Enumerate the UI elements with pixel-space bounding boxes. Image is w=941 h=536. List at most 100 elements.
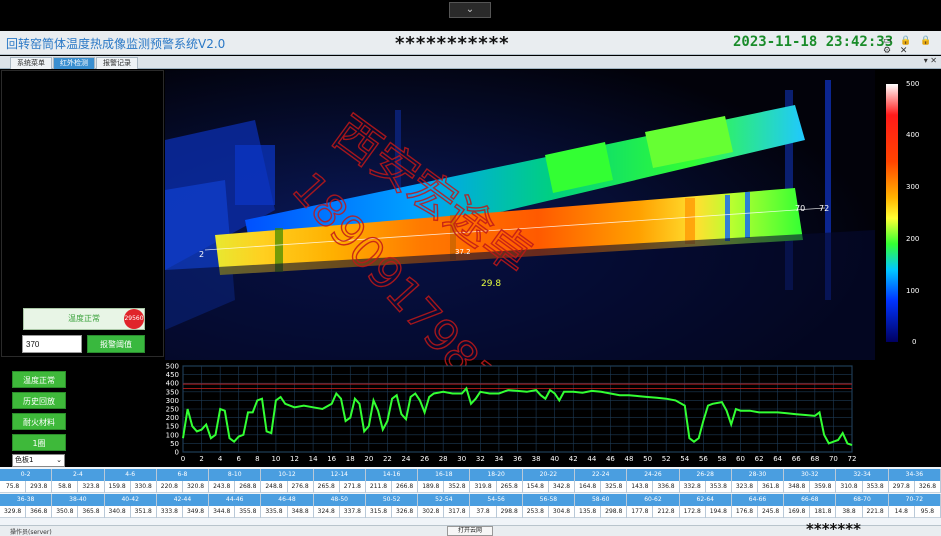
collapse-toggle-button[interactable]: ⌄: [449, 2, 491, 18]
table-header-cell: 26-28: [680, 469, 732, 481]
table-header-row: 0-2 2-4 4-6 6-8 8-10 10-12 12-14 14-16 16-18 18-2…: [0, 469, 941, 481]
temperature-normal-button[interactable]: 温度正常: [12, 371, 66, 388]
table-header-cell: 50-52: [366, 494, 419, 506]
chart-x-tick-label: 70: [829, 455, 838, 463]
tab-infrared-detection[interactable]: 红外检测: [53, 57, 95, 69]
table-header-cell: 10-12: [261, 469, 314, 481]
chart-x-tick-label: 36: [513, 455, 522, 463]
table-cell: 135.8: [575, 506, 602, 518]
scale-label: 500: [906, 80, 920, 88]
chevron-down-icon: ⌄: [56, 456, 62, 464]
scale-label: 200: [906, 235, 920, 243]
table-cell: 169.8: [784, 506, 811, 518]
refractory-material-button[interactable]: 耐火材料: [12, 413, 66, 430]
chart-grid: [182, 365, 853, 453]
table-cell: 323.8: [732, 481, 758, 493]
palette-select[interactable]: 色板1 ⌄: [12, 454, 65, 467]
table-cell: 297.8: [889, 481, 915, 493]
palette-select-value: 色板1: [15, 456, 34, 464]
chart-x-tick-label: 66: [792, 455, 801, 463]
window-controls[interactable]: ▭ 🔒 🔒 ⚙ ✕: [883, 36, 941, 56]
table-header-cell: 42-44: [157, 494, 210, 506]
table-cell: 353.8: [863, 481, 889, 493]
table-cell: 268.8: [235, 481, 262, 493]
table-header-cell: 4-6: [105, 469, 157, 481]
table-cell: 326.8: [392, 506, 419, 518]
table-cell: 365.8: [78, 506, 105, 518]
app-window: ⌄ 回转窑筒体温度热成像监测预警系统V2.0 *********** 2023-…: [0, 0, 941, 536]
table-header-row: 36-38 38-40 40-42 42-44 44-46 46-48 48-50 50-52…: [0, 494, 941, 506]
chart-y-tick-label: 500: [166, 363, 179, 371]
table-header-cell: 68-70: [836, 494, 889, 506]
table-cell: 348.8: [784, 481, 811, 493]
chart-x-tick-label: 16: [327, 455, 336, 463]
table-cell: 266.8: [392, 481, 419, 493]
chart-x-tick-label: 46: [606, 455, 615, 463]
table-cell: 95.8: [915, 506, 941, 518]
tab-pin-icon[interactable]: ▾ ✕: [924, 56, 937, 65]
chart-x-tick-label: 4: [218, 455, 223, 463]
table-cell: 320.8: [183, 481, 210, 493]
alarm-count-badge: 29560: [124, 309, 144, 329]
chart-y-tick-label: 350: [166, 388, 179, 396]
table-cell: 352.8: [444, 481, 471, 493]
table-header-cell: 12-14: [314, 469, 366, 481]
tab-system-menu[interactable]: 系统菜单: [10, 57, 52, 69]
chart-y-tick-label: 200: [166, 414, 179, 422]
table-cell: 336.8: [653, 481, 680, 493]
table-cell: 329.8: [0, 506, 27, 518]
tab-alarm-records[interactable]: 报警记录: [96, 57, 138, 69]
table-cell: 315.8: [366, 506, 393, 518]
table-cell: 221.8: [863, 506, 889, 518]
table-cell: 211.8: [366, 481, 393, 493]
chart-x-tick-label: 42: [569, 455, 578, 463]
table-header-cell: 8-10: [209, 469, 262, 481]
table-cell: 335.8: [261, 506, 288, 518]
scale-label: 300: [906, 183, 920, 191]
table-cell: 164.8: [575, 481, 602, 493]
table-header-cell: 18-20: [471, 469, 523, 481]
table-cell: 317.8: [444, 506, 471, 518]
table-cell: 189.8: [418, 481, 445, 493]
table-cell: 323.8: [78, 481, 105, 493]
chart-y-tick-label: 400: [166, 380, 179, 388]
chart-x-tick-label: 20: [364, 455, 373, 463]
table-cell: 304.8: [549, 506, 576, 518]
chart-x-tick-label: 56: [699, 455, 708, 463]
table-cell: 265.8: [497, 481, 523, 493]
table-header-cell: 64-66: [732, 494, 785, 506]
table-header-cell: 38-40: [52, 494, 105, 506]
table-cell: 324.8: [314, 506, 340, 518]
chart-x-tick-label: 68: [810, 455, 819, 463]
table-header-cell: 28-30: [732, 469, 785, 481]
table-cell: 14.8: [889, 506, 915, 518]
table-cell: 302.8: [418, 506, 445, 518]
masked-footer-text: *******: [806, 520, 861, 536]
chart-x-tick-label: 64: [773, 455, 782, 463]
table-cell: 37.8: [471, 506, 497, 518]
table-cell: 271.8: [340, 481, 366, 493]
segment-temperature-table: 0-2 2-4 4-6 6-8 8-10 10-12 12-14 14-16 16-18 18-2…: [0, 467, 941, 525]
table-cell: 350.8: [52, 506, 79, 518]
chart-y-tick-label: 150: [166, 423, 179, 431]
table-cell: 181.8: [810, 506, 837, 518]
alarm-threshold-input[interactable]: [22, 335, 82, 353]
table-cell: 243.8: [209, 481, 236, 493]
ring-select-button[interactable]: 1圈: [12, 434, 66, 451]
table-cell: 220.8: [157, 481, 183, 493]
history-playback-button[interactable]: 历史回放: [12, 392, 66, 409]
chart-x-tick-label: 62: [755, 455, 764, 463]
table-cell: 58.8: [52, 481, 79, 493]
table-cell: 333.8: [157, 506, 183, 518]
chart-x-tick-label: 28: [439, 455, 448, 463]
open-preview-button[interactable]: 打开云网: [447, 526, 493, 536]
table-cell: 248.8: [261, 481, 288, 493]
scale-label: 0: [912, 338, 917, 346]
table-cell: 355.8: [235, 506, 262, 518]
table-cell: 342.8: [549, 481, 576, 493]
table-header-cell: 66-68: [784, 494, 837, 506]
table-cell: 325.8: [601, 481, 628, 493]
table-cell: 176.8: [732, 506, 758, 518]
alarm-threshold-button[interactable]: 报警阈值: [87, 335, 145, 353]
chart-x-tick-label: 50: [643, 455, 652, 463]
